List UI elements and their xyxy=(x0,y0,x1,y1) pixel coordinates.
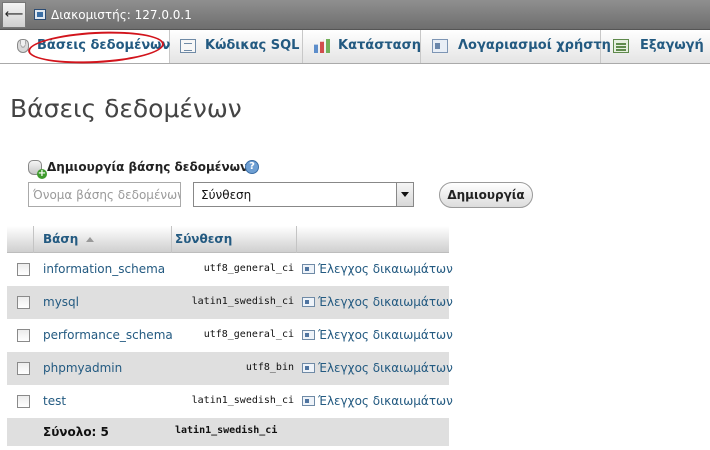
check-privileges-link[interactable]: Έλεγχος δικαιωμάτων xyxy=(318,262,453,276)
table-row: phpmyadmin utf8_bin Έλεγχος δικαιωμάτων xyxy=(7,352,453,385)
header-database[interactable]: Βάση xyxy=(34,226,172,253)
tab-status-label: Κατάσταση xyxy=(338,38,421,53)
tab-export[interactable]: Εξαγωγή xyxy=(601,30,710,63)
collation-value: utf8_general_ci xyxy=(203,263,294,274)
server-icon xyxy=(34,9,46,20)
page-title: Βάσεις δεδομένων xyxy=(10,94,242,123)
check-privileges-link[interactable]: Έλεγχος δικαιωμάτων xyxy=(318,328,453,342)
check-privileges-link[interactable]: Έλεγχος δικαιωμάτων xyxy=(318,361,453,375)
sql-icon xyxy=(180,39,196,53)
collation-value: utf8_bin xyxy=(245,362,294,373)
row-checkbox[interactable] xyxy=(17,296,30,309)
user-accounts-icon xyxy=(432,39,448,53)
export-icon xyxy=(613,39,629,53)
header-collation-label: Σύνθεση xyxy=(175,232,233,246)
collation-value: utf8_general_ci xyxy=(203,329,294,340)
row-checkbox[interactable] xyxy=(17,362,30,375)
header-checkbox-cell xyxy=(7,226,34,253)
check-privileges-link[interactable]: Έλεγχος δικαιωμάτων xyxy=(318,394,453,408)
collation-select-value: Σύνθεση xyxy=(201,188,252,202)
table-total-row: Σύνολο: 5 latin1_swedish_ci xyxy=(7,418,449,446)
create-database-title: Δημιουργία βάσης δεδομένων xyxy=(47,160,249,174)
tab-user-accounts[interactable]: Λογαριασμοί χρήστη xyxy=(421,30,611,63)
create-database-icon xyxy=(28,160,47,179)
row-checkbox[interactable] xyxy=(17,329,30,342)
database-link[interactable]: test xyxy=(43,394,66,408)
privileges-icon xyxy=(302,330,315,340)
tab-export-label: Εξαγωγή xyxy=(640,38,704,53)
database-link[interactable]: phpmyadmin xyxy=(43,361,122,375)
databases-table: Βάση Σύνθεση information_schema utf8_gen… xyxy=(7,226,453,446)
back-arrow-button[interactable]: ⟵ xyxy=(2,2,26,28)
header-collation[interactable]: Σύνθεση xyxy=(172,226,297,253)
table-row: mysql latin1_swedish_ci Έλεγχος δικαιωμά… xyxy=(7,286,453,319)
privileges-icon xyxy=(302,363,315,373)
privileges-icon xyxy=(302,264,315,274)
table-row: test latin1_swedish_ci Έλεγχος δικαιωμάτ… xyxy=(7,385,453,418)
tab-user-accounts-label: Λογαριασμοί χρήστη xyxy=(458,38,611,53)
database-icon xyxy=(17,39,29,53)
row-checkbox[interactable] xyxy=(17,395,30,408)
server-label[interactable]: Διακομιστής: 127.0.0.1 xyxy=(51,8,192,22)
header-database-label: Βάση xyxy=(43,232,79,246)
collation-value: latin1_swedish_ci xyxy=(191,395,294,406)
database-link[interactable]: information_schema xyxy=(43,262,165,276)
help-icon[interactable]: ? xyxy=(245,160,259,174)
database-link[interactable]: mysql xyxy=(43,295,79,309)
server-bar: ⟵ Διακομιστής: 127.0.0.1 xyxy=(0,0,710,30)
main-tabs: Βάσεις δεδομένων Κώδικας SQL Κατάσταση Λ… xyxy=(0,28,710,67)
table-header: Βάση Σύνθεση xyxy=(7,226,449,253)
status-chart-icon xyxy=(314,39,330,53)
header-actions xyxy=(297,226,449,253)
tab-sql-label: Κώδικας SQL xyxy=(205,38,300,53)
table-row: performance_schema utf8_general_ci Έλεγχ… xyxy=(7,319,453,352)
tab-databases-label: Βάσεις δεδομένων xyxy=(37,38,171,53)
total-label: Σύνολο: 5 xyxy=(43,425,109,439)
row-checkbox[interactable] xyxy=(17,263,30,276)
total-collation: latin1_swedish_ci xyxy=(175,425,278,436)
sort-ascending-icon xyxy=(86,237,95,242)
check-privileges-link[interactable]: Έλεγχος δικαιωμάτων xyxy=(318,295,453,309)
collation-value: latin1_swedish_ci xyxy=(191,296,294,307)
tab-sql[interactable]: Κώδικας SQL xyxy=(170,30,303,63)
collation-select[interactable]: Σύνθεση xyxy=(193,182,414,207)
create-database-button[interactable]: Δημιουργία xyxy=(439,182,533,208)
privileges-icon xyxy=(302,297,315,307)
tab-databases[interactable]: Βάσεις δεδομένων xyxy=(0,30,170,63)
chevron-down-icon[interactable] xyxy=(396,183,413,206)
tab-status[interactable]: Κατάσταση xyxy=(303,30,421,63)
database-name-input[interactable] xyxy=(28,182,181,207)
database-link[interactable]: performance_schema xyxy=(43,328,173,342)
privileges-icon xyxy=(302,396,315,406)
table-row: information_schema utf8_general_ci Έλεγχ… xyxy=(7,253,453,286)
